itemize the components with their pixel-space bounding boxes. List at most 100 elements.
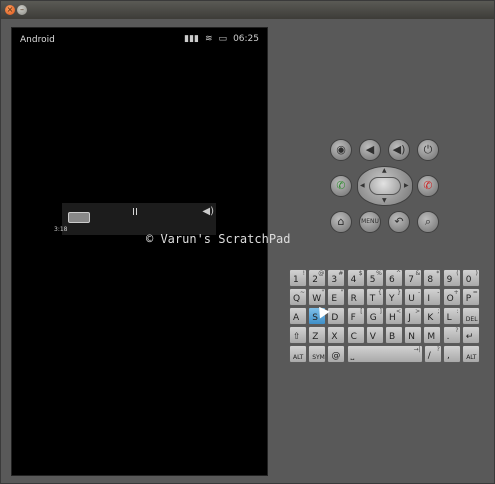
volume-icon[interactable]: ◀) (202, 206, 214, 217)
dpad-right-icon[interactable]: ▶ (404, 182, 409, 189)
key-k[interactable]: K; (423, 307, 442, 325)
key-shift[interactable]: ⇧ (289, 326, 307, 344)
key-sub-label: } (397, 289, 401, 296)
key-m[interactable]: M (423, 326, 442, 344)
dpad[interactable]: ▲ ▼ ◀ ▶ (357, 166, 413, 206)
status-time: 06:25 (233, 34, 259, 44)
key-h[interactable]: H < (385, 307, 403, 325)
power-icon: ⏻ (423, 143, 433, 156)
key-enter[interactable]: ↵ (461, 326, 480, 344)
back-button[interactable]: ↶ (388, 211, 410, 233)
key-main-label: W (312, 294, 322, 304)
key-sub-label: < (395, 308, 401, 315)
key-alt-left[interactable]: ALT (289, 345, 307, 363)
key-0[interactable]: 0) (461, 269, 480, 287)
key-main-label: / (427, 351, 431, 361)
volume-up-icon: ◀) (392, 143, 406, 156)
key-main-label: X (331, 332, 338, 342)
key-at[interactable]: @ (327, 345, 346, 363)
key-space[interactable]: ⎵ →| (346, 345, 423, 363)
key-d[interactable]: D (327, 307, 346, 325)
key-sub-label: " (340, 289, 344, 296)
key-6[interactable]: 6 ^ (385, 269, 403, 287)
end-call-button[interactable]: ✆ (417, 175, 439, 197)
key-n[interactable]: N (404, 326, 423, 344)
media-thumbnail[interactable] (68, 212, 90, 223)
power-button[interactable]: ⏻ (417, 139, 439, 161)
key-a[interactable]: A (289, 307, 307, 325)
key-main-label: . (446, 332, 450, 342)
key-sub-label: ^ (395, 270, 401, 277)
key-r[interactable]: R (346, 288, 365, 306)
dpad-left-icon[interactable]: ◀ (360, 182, 365, 189)
key-2[interactable]: 2 @ (308, 269, 327, 287)
key-j[interactable]: J > (404, 307, 423, 325)
key-3[interactable]: 3 # (327, 269, 346, 287)
key-8[interactable]: 8 * (423, 269, 442, 287)
key-slash[interactable]: /? (423, 345, 442, 363)
media-controls[interactable]: II ◀) 3:18 (54, 203, 216, 235)
key-y[interactable]: Y} (385, 288, 403, 306)
menu-button[interactable]: MENU (359, 211, 381, 233)
key-g[interactable]: G] (365, 307, 384, 325)
home-button[interactable]: ⌂ (330, 211, 352, 233)
key-main-label: D (331, 313, 339, 323)
key-z[interactable]: Z (308, 326, 327, 344)
key-alt-right[interactable]: ALT (462, 345, 481, 363)
key-u[interactable]: U- (404, 288, 423, 306)
key-sub-label: ) (475, 270, 478, 277)
key-c[interactable]: C (346, 326, 365, 344)
key-x[interactable]: X (327, 326, 346, 344)
key-sub-label: $ (358, 270, 363, 277)
status-icons: ▮▮▮ ≋ ▭ 06:25 (184, 34, 259, 44)
key-f[interactable]: F[ (346, 307, 365, 325)
key-main-label: ⇧ (293, 332, 301, 342)
key-e[interactable]: E " (327, 288, 346, 306)
key-b[interactable]: B (385, 326, 403, 344)
key-period[interactable]: .? (442, 326, 461, 344)
dpad-down-icon[interactable]: ▼ (382, 197, 387, 204)
dpad-up-icon[interactable]: ▲ (382, 167, 387, 174)
key-l[interactable]: L: (442, 307, 461, 325)
key-7[interactable]: 7 & (404, 269, 423, 287)
home-icon: ⌂ (337, 215, 345, 228)
key-sub-label: = (472, 289, 478, 296)
key-sym[interactable]: SYM (308, 345, 327, 363)
key-main-label: M (427, 332, 436, 342)
call-icon: ✆ (336, 179, 346, 192)
key-del[interactable]: DEL (461, 307, 480, 325)
key-main-label: J (408, 313, 411, 323)
key-5[interactable]: 5% (365, 269, 384, 287)
key-p[interactable]: P = (461, 288, 480, 306)
key-i[interactable]: I- (423, 288, 442, 306)
back-icon: ↶ (394, 215, 404, 228)
search-button[interactable]: ⌕ (417, 211, 439, 233)
dpad-center-button[interactable] (369, 177, 401, 195)
key-9[interactable]: 9( (442, 269, 461, 287)
key-main-label: @ (331, 351, 341, 361)
camera-button[interactable]: ◉ (330, 139, 352, 161)
key-main-label: 1 (293, 275, 299, 285)
key-main-label: 2 (312, 275, 318, 285)
key-main-label: E (331, 294, 338, 304)
key-main-label: C (350, 332, 357, 342)
key-sub-label: : (456, 308, 459, 315)
key-main-label: SYM (312, 354, 325, 361)
key-t[interactable]: T{ (365, 288, 384, 306)
key-sub-label: > (415, 308, 421, 315)
key-1[interactable]: 1! (289, 269, 307, 287)
key-v[interactable]: V (365, 326, 384, 344)
volume-up-button[interactable]: ◀) (388, 139, 410, 161)
pause-button[interactable]: II (132, 207, 138, 218)
call-button[interactable]: ✆ (330, 175, 352, 197)
window-close-button[interactable]: × (5, 5, 15, 15)
status-bar: Android ▮▮▮ ≋ ▭ 06:25 (12, 28, 267, 52)
key-main-label: 5 (369, 275, 376, 285)
key-4[interactable]: 4 $ (346, 269, 365, 287)
window-minimize-button[interactable]: – (17, 5, 27, 15)
key-comma[interactable]: , (443, 345, 461, 363)
volume-down-button[interactable]: ◀ (359, 139, 381, 161)
key-q[interactable]: Q ~ (289, 288, 307, 306)
phone-screen[interactable]: Android ▮▮▮ ≋ ▭ 06:25 II ◀) 3:18 (11, 27, 268, 476)
key-o[interactable]: O + (442, 288, 461, 306)
